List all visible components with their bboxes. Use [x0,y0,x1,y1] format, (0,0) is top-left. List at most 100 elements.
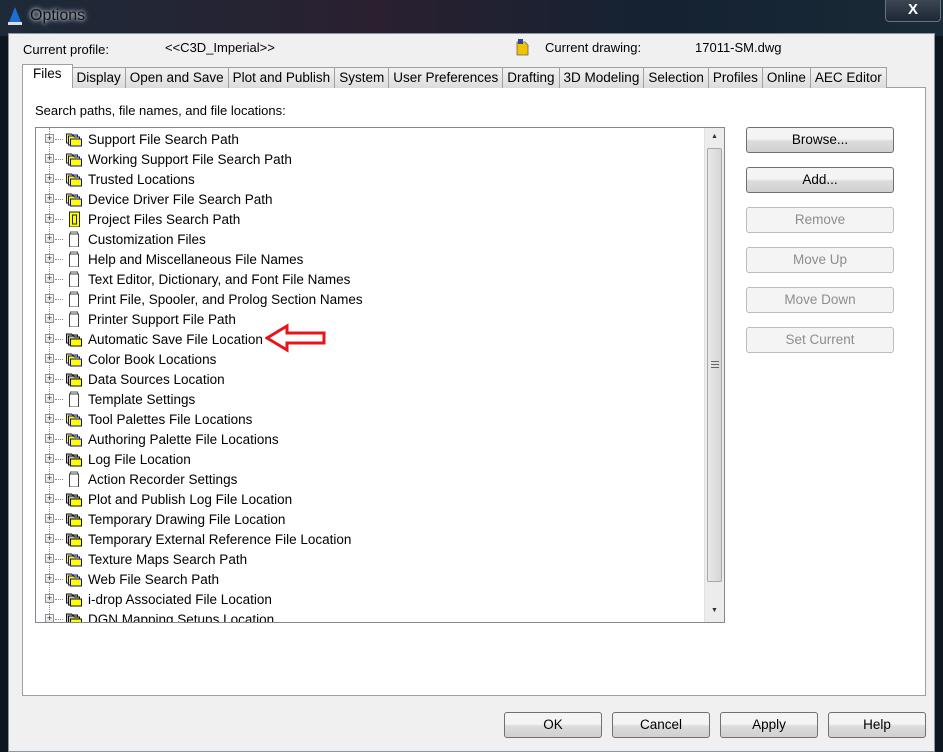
expand-icon[interactable]: + [45,274,54,283]
window-title: Options [30,7,86,24]
expand-icon[interactable]: + [45,474,54,483]
tree-item-label: Text Editor, Dictionary, and Font File N… [88,271,351,287]
tab-plot-and-publish[interactable]: Plot and Publish [227,67,336,88]
tab-system[interactable]: System [334,67,390,88]
red-annotation-arrow-icon [265,323,326,353]
expand-icon[interactable]: + [45,254,54,263]
tree-item[interactable]: + Action Recorder Settings [36,469,701,489]
tree-item[interactable]: + Print File, Spooler, and Prolog Section… [36,289,701,309]
expand-icon[interactable]: + [45,554,54,563]
expand-icon[interactable]: + [45,434,54,443]
expand-icon[interactable]: + [45,134,54,143]
apply-button[interactable]: Apply [720,712,818,738]
tree-connector [55,519,63,520]
expand-icon[interactable]: + [45,494,54,503]
tab-drafting[interactable]: Drafting [502,67,560,88]
folders-blue-icon [66,173,82,187]
expand-icon[interactable]: + [45,534,54,543]
tree-item[interactable]: + Text Editor, Dictionary, and Font File … [36,269,701,289]
tab-selection[interactable]: Selection [643,67,709,88]
tree-item[interactable]: + Log File Location [36,449,701,469]
expand-icon[interactable]: + [45,594,54,603]
tree-item[interactable]: + Automatic Save File Location [36,329,701,349]
tree-item[interactable]: + Project Files Search Path [36,209,701,229]
tree-item[interactable]: + Temporary External Reference File Locat… [36,529,701,549]
tab-display[interactable]: Display [71,67,126,88]
browse-button[interactable]: Browse... [746,127,894,153]
section-label: Search paths, file names, and file locat… [35,103,286,118]
scroll-down-arrow-icon[interactable]: ▼ [707,602,722,620]
expand-icon[interactable]: + [45,194,54,203]
tree-connector [55,619,63,620]
tree-item[interactable]: + Working Support File Search Path [36,149,701,169]
expand-icon[interactable]: + [45,354,54,363]
ok-button[interactable]: OK [504,712,602,738]
tree-item[interactable]: + Authoring Palette File Locations [36,429,701,449]
add-button[interactable]: Add... [746,167,894,193]
tab-profiles[interactable]: Profiles [707,67,763,88]
expand-icon[interactable]: + [45,614,54,622]
tree-item-label: Data Sources Location [88,371,225,387]
tree-item[interactable]: + DGN Mapping Setups Location [36,609,701,622]
file-icon [69,291,79,307]
folders-blue-icon [66,413,82,427]
scroll-up-arrow-icon[interactable]: ▲ [707,128,722,146]
tree-connector [55,339,63,340]
tree-item[interactable]: + Web File Search Path [36,569,701,589]
tree-item[interactable]: + Color Book Locations [36,349,701,369]
tab-files[interactable]: Files [22,64,73,88]
tree-item[interactable]: + Template Settings [36,389,701,409]
tree-item[interactable]: + Plot and Publish Log File Location [36,489,701,509]
scrollbar-thumb[interactable] [707,148,722,582]
tree-item[interactable]: + Help and Miscellaneous File Names [36,249,701,269]
expand-icon[interactable]: + [45,314,54,323]
expand-icon[interactable]: + [45,214,54,223]
expand-icon[interactable]: + [45,154,54,163]
tab-online[interactable]: Online [761,67,811,88]
tree-item-label: Help and Miscellaneous File Names [88,251,304,267]
folders-blue-icon [66,553,82,567]
tree-connector [55,199,63,200]
tab-3d-modeling[interactable]: 3D Modeling [558,67,645,88]
tree-item[interactable]: + Printer Support File Path [36,309,701,329]
tree-item[interactable]: + Texture Maps Search Path [36,549,701,569]
tree-item[interactable]: + i-drop Associated File Location [36,589,701,609]
expand-icon[interactable]: + [45,234,54,243]
tree-item[interactable]: + Data Sources Location [36,369,701,389]
move-up-button: Move Up [746,247,894,273]
tree-connector [55,599,63,600]
file-icon [69,251,79,267]
expand-icon[interactable]: + [45,514,54,523]
expand-icon[interactable]: + [45,294,54,303]
tab-open-and-save[interactable]: Open and Save [124,67,229,88]
folders-blue-icon [66,153,82,167]
tree-connector [55,219,63,220]
tree-item[interactable]: + Customization Files [36,229,701,249]
tree-item-label: Action Recorder Settings [88,471,238,487]
expand-icon[interactable]: + [45,454,54,463]
tree-connector [55,319,63,320]
expand-icon[interactable]: + [45,334,54,343]
tree-item[interactable]: + Support File Search Path [36,129,701,149]
tab-strip: Files Display Open and Save Plot and Publis… [22,64,887,88]
expand-icon[interactable]: + [45,394,54,403]
tab-aec-editor[interactable]: AEC Editor [809,67,887,88]
expand-icon[interactable]: + [45,374,54,383]
tree-item-label: Tool Palettes File Locations [88,411,253,427]
vertical-scrollbar[interactable]: ▲ ▼ [704,128,724,622]
close-button[interactable]: X [885,0,941,22]
tree-item[interactable]: + Tool Palettes File Locations [36,409,701,429]
tab-user-preferences[interactable]: User Preferences [388,67,504,88]
tree-item[interactable]: + Trusted Locations [36,169,701,189]
tree-item-label: Plot and Publish Log File Location [88,491,293,507]
folders-dark-icon [66,533,82,547]
cancel-button[interactable]: Cancel [612,712,710,738]
set-current-button: Set Current [746,327,894,353]
expand-icon[interactable]: + [45,414,54,423]
expand-icon[interactable]: + [45,574,54,583]
file-paths-tree[interactable]: + Support File Search Path + Working Suppor… [35,127,725,623]
expand-icon[interactable]: + [45,174,54,183]
tree-item[interactable]: + Temporary Drawing File Location [36,509,701,529]
help-button[interactable]: Help [828,712,926,738]
tree-item[interactable]: + Device Driver File Search Path [36,189,701,209]
